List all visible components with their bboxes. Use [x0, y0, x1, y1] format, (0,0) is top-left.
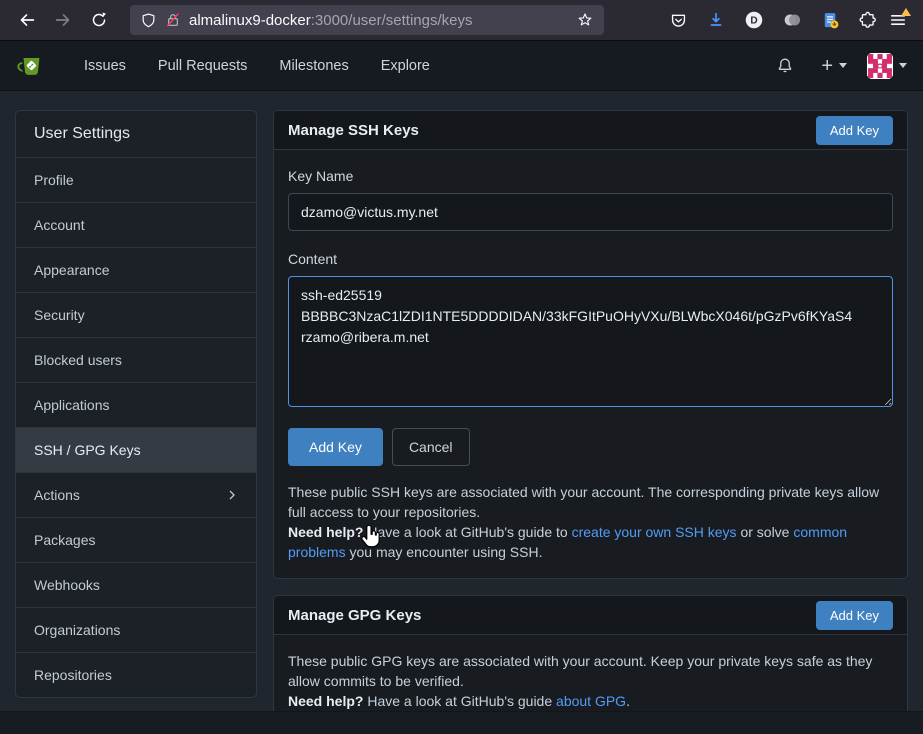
sidebar-item-organizations[interactable]: Organizations [16, 607, 256, 652]
sidebar-item-applications[interactable]: Applications [16, 382, 256, 427]
settings-main: Manage SSH Keys Add Key Key Name Content… [273, 110, 908, 728]
ssh-add-key-toggle-button[interactable]: Add Key [816, 116, 893, 145]
ssh-panel-body: Key Name Content ssh-ed25519 BBBBC3NzaC1… [274, 150, 907, 578]
url-host: almalinux9-docker [189, 12, 311, 29]
download-icon [706, 10, 726, 30]
page-footer [0, 711, 923, 734]
chevron-right-icon [224, 487, 240, 503]
caret-down-icon [839, 63, 847, 68]
bookmark-star-icon[interactable] [576, 11, 594, 29]
forward-button[interactable] [48, 5, 78, 35]
reload-icon [89, 10, 109, 30]
notifications-button[interactable] [771, 52, 799, 80]
extension-document-button[interactable] [815, 5, 845, 35]
downloads-button[interactable] [701, 5, 731, 35]
sidebar-item-repositories[interactable]: Repositories [16, 652, 256, 697]
form-buttons: Add Key Cancel [288, 428, 893, 466]
extension-circles-icon [781, 9, 803, 31]
back-button[interactable] [12, 5, 42, 35]
toolbar-extensions: D [663, 5, 913, 35]
need-help-label: Need help? [288, 524, 363, 540]
extension-d-icon: D [743, 9, 765, 31]
url-text[interactable]: almalinux9-docker:3000/user/settings/key… [189, 12, 570, 29]
sidebar-item-security[interactable]: Security [16, 292, 256, 337]
ssh-panel-header: Manage SSH Keys Add Key [274, 111, 907, 150]
forward-icon [52, 9, 74, 31]
url-path: :3000/user/settings/keys [311, 12, 473, 29]
sidebar-item-account[interactable]: Account [16, 202, 256, 247]
nav-link-milestones[interactable]: Milestones [263, 41, 364, 91]
extension-document-icon [820, 10, 841, 31]
svg-text:D: D [750, 16, 757, 27]
gpg-panel-title: Manage GPG Keys [288, 607, 421, 624]
plus-icon: + [821, 56, 833, 76]
user-avatar [867, 53, 893, 79]
nav-link-pull-requests[interactable]: Pull Requests [142, 41, 263, 91]
back-icon [16, 9, 38, 31]
sidebar-item-blocked-users[interactable]: Blocked users [16, 337, 256, 382]
sidebar-item-actions[interactable]: Actions [16, 472, 256, 517]
cancel-button[interactable]: Cancel [392, 428, 470, 466]
sidebar-title: User Settings [16, 111, 256, 157]
content-label: Content [288, 251, 893, 267]
tracking-shield-icon[interactable] [140, 12, 157, 29]
navbar-right: + [771, 52, 907, 80]
gpg-keys-panel: Manage GPG Keys Add Key These public GPG… [273, 595, 908, 728]
key-name-input[interactable] [288, 193, 893, 231]
sidebar-item-profile[interactable]: Profile [16, 157, 256, 202]
nav-link-explore[interactable]: Explore [365, 41, 446, 91]
add-key-submit-button[interactable]: Add Key [288, 428, 383, 466]
update-badge [901, 8, 911, 16]
key-content-textarea[interactable]: ssh-ed25519 BBBBC3NzaC1lZDI1NTE5DDDDIDAN… [288, 276, 893, 407]
url-bar[interactable]: almalinux9-docker:3000/user/settings/key… [130, 5, 604, 35]
ssh-keys-panel: Manage SSH Keys Add Key Key Name Content… [273, 110, 908, 579]
gitea-navbar: Issues Pull Requests Milestones Explore … [0, 41, 923, 91]
pocket-icon [669, 11, 688, 30]
gpg-add-key-toggle-button[interactable]: Add Key [816, 601, 893, 630]
insecure-lock-icon[interactable] [165, 12, 181, 28]
reload-button[interactable] [84, 5, 114, 35]
gpg-help-text: These public GPG keys are associated wit… [288, 651, 893, 711]
page-content: User Settings Profile Account Appearance… [0, 91, 923, 734]
sidebar-item-webhooks[interactable]: Webhooks [16, 562, 256, 607]
browser-toolbar: almalinux9-docker:3000/user/settings/key… [0, 0, 923, 41]
nav-link-issues[interactable]: Issues [68, 41, 142, 91]
ssh-panel-title: Manage SSH Keys [288, 122, 419, 139]
user-menu[interactable] [867, 53, 907, 79]
gpg-panel-header: Manage GPG Keys Add Key [274, 596, 907, 635]
need-help-label: Need help? [288, 693, 363, 709]
settings-sidebar: User Settings Profile Account Appearance… [15, 110, 257, 698]
ssh-help-text: These public SSH keys are associated wit… [288, 482, 893, 562]
key-name-label: Key Name [288, 168, 893, 184]
sidebar-item-packages[interactable]: Packages [16, 517, 256, 562]
create-ssh-keys-link[interactable]: create your own SSH keys [572, 524, 737, 540]
sidebar-item-appearance[interactable]: Appearance [16, 247, 256, 292]
extension-circles-button[interactable] [777, 5, 807, 35]
gitea-logo-icon[interactable] [16, 51, 46, 81]
create-new-dropdown[interactable]: + [821, 56, 847, 76]
bell-icon [775, 56, 795, 76]
extensions-puzzle-button[interactable] [853, 5, 883, 35]
pocket-button[interactable] [663, 5, 693, 35]
puzzle-icon [858, 10, 878, 30]
caret-down-icon [899, 63, 907, 68]
about-gpg-link[interactable]: about GPG [556, 693, 626, 709]
extension-d-button[interactable]: D [739, 5, 769, 35]
sidebar-item-ssh-gpg-keys[interactable]: SSH / GPG Keys [16, 427, 256, 472]
